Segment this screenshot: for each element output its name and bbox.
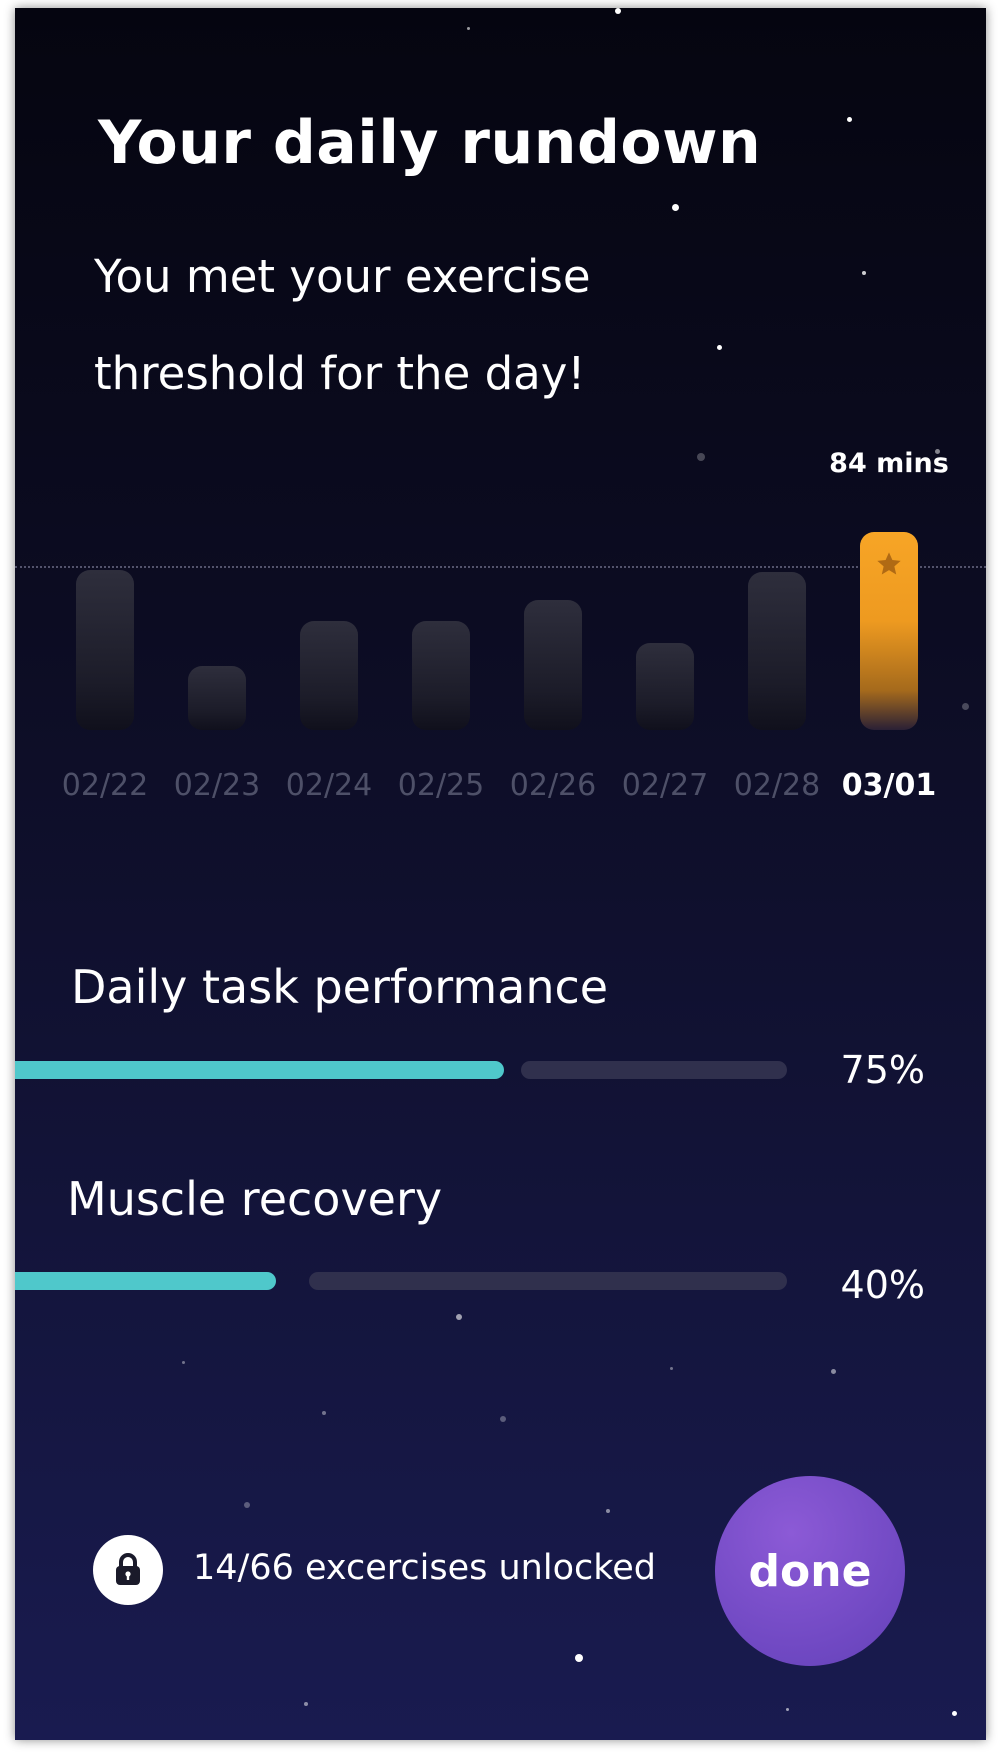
- chart-day-label: 03/01: [841, 768, 937, 803]
- metric-value-muscle-recovery: 40%: [840, 1263, 925, 1307]
- metric-value-daily-task-performance: 75%: [840, 1048, 925, 1092]
- chart-bar-02-23: [188, 666, 246, 730]
- done-button[interactable]: done: [715, 1476, 905, 1666]
- metric-label-muscle-recovery: Muscle recovery: [67, 1172, 443, 1226]
- lock-icon: [93, 1535, 163, 1605]
- chart-day-label: 02/25: [397, 768, 485, 803]
- chart-bar-02-27: [636, 643, 694, 730]
- chart-day-label: 02/22: [61, 768, 149, 803]
- chart-bar-02-24: [300, 621, 358, 730]
- chart-day-label: 02/27: [621, 768, 709, 803]
- star-decoration: [500, 1416, 506, 1422]
- chart-day-label: 02/26: [509, 768, 597, 803]
- chart-bar-02-22: [76, 570, 134, 730]
- star-decoration: [831, 1369, 836, 1374]
- star-icon: [873, 548, 905, 580]
- star-decoration: [244, 1502, 250, 1508]
- progress-fill-daily-task-performance: [15, 1061, 504, 1079]
- chart-day-label: 02/28: [733, 768, 821, 803]
- exercise-minutes-chart: 84 mins 02/22 02/23 02/24 02/25 02/26 02/27 02…: [15, 8, 986, 808]
- lock-icon-glyph: [116, 1553, 140, 1585]
- progress-fill-muscle-recovery: [15, 1272, 276, 1290]
- star-decoration: [456, 1314, 462, 1320]
- chart-day-label: 02/24: [285, 768, 373, 803]
- progress-track-daily-task-performance: [521, 1061, 787, 1079]
- star-decoration: [182, 1361, 185, 1364]
- exercises-unlocked-text: 14/66 excercises unlocked: [193, 1548, 657, 1588]
- chart-bar-02-25: [412, 621, 470, 730]
- star-decoration: [575, 1654, 583, 1662]
- chart-bar-02-26: [524, 600, 582, 730]
- highlight-minutes-label: 84 mins: [829, 448, 949, 479]
- chart-day-label: 02/23: [173, 768, 261, 803]
- star-decoration: [322, 1411, 326, 1415]
- chart-bar-03-01: [860, 532, 918, 730]
- star-decoration: [952, 1711, 957, 1716]
- star-decoration: [670, 1367, 673, 1370]
- star-decoration: [606, 1509, 610, 1513]
- threshold-line: [15, 566, 986, 568]
- star-decoration: [786, 1708, 789, 1711]
- metric-label-daily-task-performance: Daily task performance: [71, 960, 609, 1014]
- app-screen: Your daily rundown You met your exercise…: [15, 8, 986, 1740]
- star-decoration: [304, 1702, 308, 1706]
- chart-bar-02-28: [748, 572, 806, 730]
- progress-track-muscle-recovery: [309, 1272, 787, 1290]
